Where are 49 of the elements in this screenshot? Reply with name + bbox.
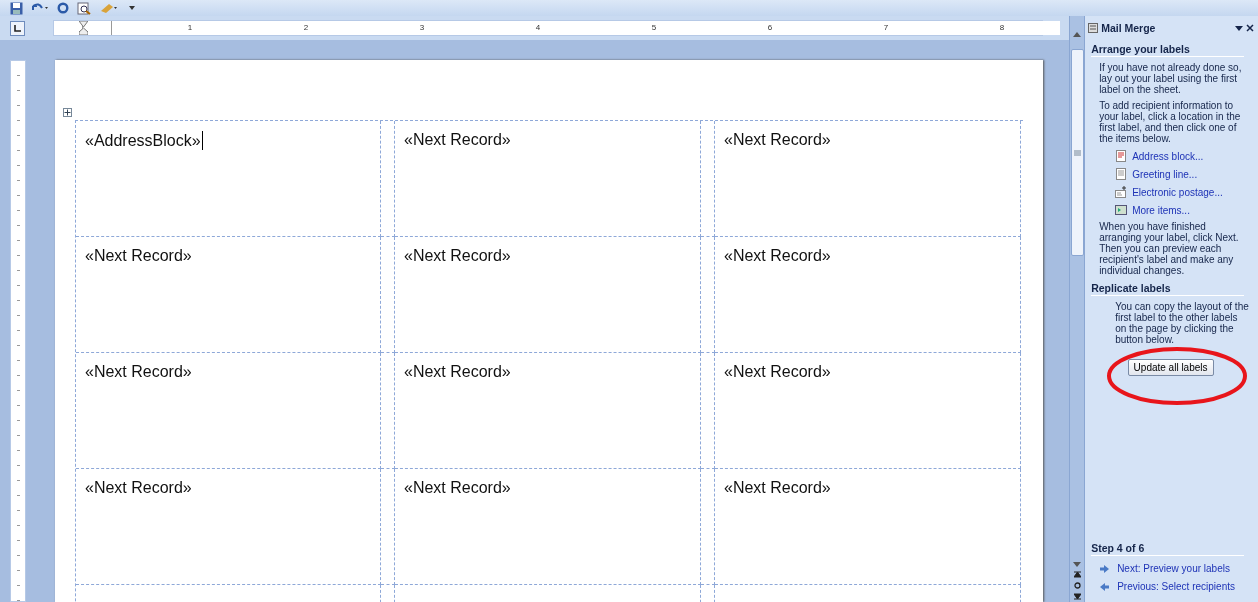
label-field: «Next Record» [715, 353, 1021, 469]
table-move-handle-icon[interactable] [63, 108, 72, 117]
postage-item-icon [1115, 186, 1128, 198]
insert-field-link[interactable]: Electronic postage... [1132, 186, 1223, 198]
scroll-down-icon[interactable] [1073, 562, 1082, 567]
tab-selector-icon[interactable] [10, 20, 25, 36]
dropdown-icon[interactable] [1235, 25, 1243, 31]
instruction-text: When you have finished arranging your label, click Next. Then you can preview each recipient's label and make any individual changes. [1099, 221, 1240, 276]
label-field: «Next Record» [715, 121, 1021, 237]
browse-object-icon[interactable] [1073, 582, 1081, 589]
print-preview-icon[interactable] [77, 1, 91, 15]
task-pane-icon [1088, 23, 1099, 33]
forward-arrow-icon [1100, 564, 1110, 573]
instruction-text: You can copy the layout of the first label to the other labels on the page by clicking the button below. [1115, 301, 1250, 345]
redo-icon[interactable] [57, 2, 69, 14]
close-icon[interactable] [1246, 24, 1254, 32]
customize-dropdown-icon[interactable] [129, 6, 135, 10]
label-field: «Next Record» [76, 237, 381, 353]
label-field: «Next Record» [715, 469, 1021, 585]
insert-field-link[interactable]: More items... [1132, 204, 1190, 216]
section-heading: Arrange your labels [1091, 43, 1244, 57]
save-icon[interactable] [10, 1, 23, 15]
previous-step-link[interactable]: Previous: Select recipients [1117, 581, 1235, 592]
label-field: «Next Record» [395, 237, 701, 353]
previous-page-icon[interactable] [1073, 571, 1081, 578]
insert-field-link[interactable]: Address block... [1132, 150, 1204, 162]
instruction-text: To add recipient information to your label, click a location in the first label, and then click one of the items below. [1099, 100, 1242, 144]
next-step-link[interactable]: Next: Preview your labels [1117, 563, 1230, 574]
step-heading: Step 4 of 6 [1091, 542, 1244, 556]
label-field: «Next Record» [76, 469, 381, 585]
scrollbar-thumb[interactable] [1070, 49, 1084, 256]
label-field: «Next Record» [76, 353, 381, 469]
label-field: «Next Record» [715, 237, 1021, 353]
scroll-up-icon[interactable] [1073, 32, 1082, 37]
label-field: «AddressBlock» [76, 121, 381, 237]
next-page-icon[interactable] [1073, 593, 1081, 600]
indent-marker-icon[interactable] [79, 21, 88, 35]
pane-title: Mail Merge [1101, 22, 1157, 34]
update-all-labels-button[interactable]: Update all labels [1127, 359, 1214, 376]
label-field: «Next Record» [395, 353, 701, 469]
greeting-item-icon [1115, 168, 1128, 180]
back-arrow-icon [1100, 582, 1110, 591]
more-item-icon [1115, 204, 1128, 216]
instruction-text: If you have not already done so, lay out your label using the first label on the sheet. [1099, 62, 1243, 95]
label-field: «Next Record» [395, 121, 701, 237]
address-item-icon [1115, 150, 1128, 162]
insert-field-link[interactable]: Greeting line... [1132, 168, 1198, 180]
label-field: «Next Record» [395, 469, 701, 585]
section-heading: Replicate labels [1091, 282, 1244, 296]
